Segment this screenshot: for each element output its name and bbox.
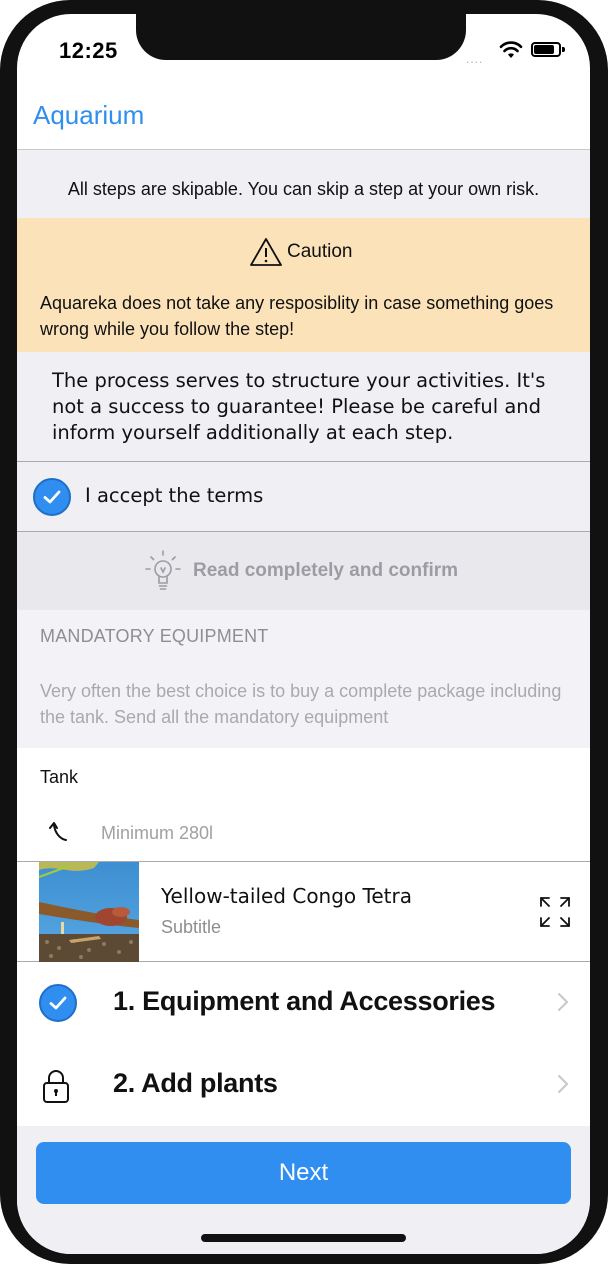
turn-arrow-icon [49,822,67,841]
fish-name: Yellow-tailed Congo Tetra [161,884,412,908]
checkmark-circle-icon [39,984,77,1022]
step-row-plants[interactable]: 2. Add plants [17,1044,590,1126]
checkmark-circle-icon[interactable] [33,478,71,516]
caution-header: Caution [249,235,353,269]
navigation-bar: Aquarium [17,84,590,150]
skip-notice: All steps are skipable. You can skip a s… [17,150,590,218]
lock-icon [43,1070,69,1103]
read-confirm-button[interactable]: Read completely and confirm [17,532,590,610]
tank-requirement: Minimum 280l [101,823,214,843]
caution-title: Caution [287,241,353,262]
step-title: 2. Add plants [113,1068,278,1098]
step-row-equipment[interactable]: 1. Equipment and Accessories [17,962,590,1044]
mandatory-section: MANDATORY EQUIPMENT Very often the best … [17,610,590,748]
wifi-icon [499,41,523,58]
fish-list-item[interactable]: Yellow-tailed Congo Tetra Subtitle [17,862,590,962]
caution-box: Caution Aquareka does not take any respo… [17,218,590,352]
section-heading: MANDATORY EQUIPMENT [40,626,269,646]
tank-card: Tank Minimum 280l [17,748,590,862]
status-time: 12:25 [59,38,118,63]
section-description: Very often the best choice is to buy a c… [40,681,562,727]
screen: 12:25 .... Aquarium All steps are skipab… [17,14,590,1254]
read-confirm-label: Read completely and confirm [193,560,459,581]
fish-subtitle: Subtitle [161,917,222,937]
home-indicator[interactable] [201,1234,406,1242]
nav-back-title[interactable]: Aquarium [33,100,144,131]
device-frame: 12:25 .... Aquarium All steps are skipab… [0,0,608,1264]
caution-body: Aquareka does not take any resposiblity … [40,293,554,339]
fish-thumbnail [39,862,139,962]
notch [136,14,466,60]
bottom-toolbar: Next [17,1126,590,1254]
accept-terms-row[interactable]: I accept the terms [17,462,590,532]
lightbulb-icon [145,550,181,590]
chevron-right-icon [558,1075,568,1093]
process-info: The process serves to structure your act… [17,352,590,462]
expand-icon[interactable] [537,894,573,930]
process-text: The process serves to structure your act… [52,369,546,444]
accept-terms-label: I accept the terms [85,484,264,507]
tank-label: Tank [40,767,79,787]
battery-icon [531,42,565,57]
warning-icon [250,238,282,266]
step-title: 1. Equipment and Accessories [113,986,496,1016]
chevron-right-icon [558,993,568,1011]
signal-icon: .... [466,52,484,66]
next-button[interactable]: Next [36,1142,571,1204]
